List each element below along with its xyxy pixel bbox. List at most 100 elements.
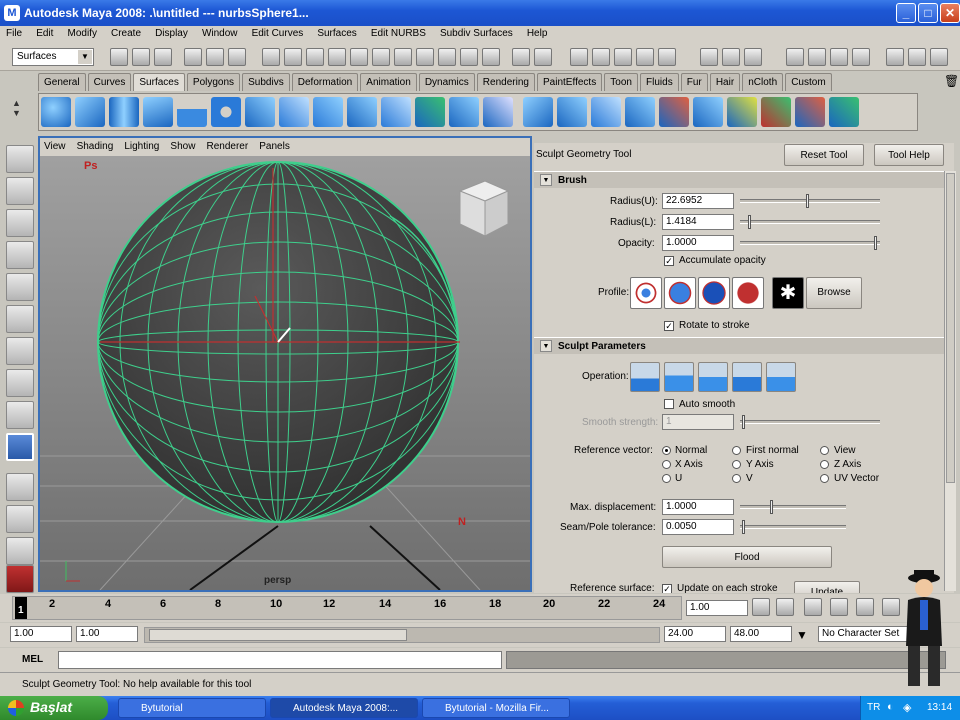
radius-u-slider[interactable] xyxy=(740,194,880,208)
nurbs-torus-icon[interactable] xyxy=(211,97,241,127)
opacity-field[interactable]: 1.0000 xyxy=(662,235,734,251)
tab-animation[interactable]: Animation xyxy=(360,73,417,91)
taskbar-item-maya[interactable]: Autodesk Maya 2008:... xyxy=(270,698,418,718)
construction-history-icon[interactable] xyxy=(744,48,762,66)
mask-handles-icon[interactable] xyxy=(262,48,280,66)
snap-grid-icon[interactable] xyxy=(570,48,588,66)
smooth-strength-field[interactable]: 1 xyxy=(662,414,734,430)
shelf-menu-icon[interactable]: ▲ ▼ xyxy=(12,98,32,126)
rotate-tool-icon[interactable] xyxy=(6,273,34,301)
current-time-field[interactable]: 1.00 xyxy=(686,600,748,616)
view-cube[interactable] xyxy=(458,180,510,237)
mel-label[interactable]: MEL xyxy=(22,654,43,665)
scale-tool-icon[interactable] xyxy=(6,305,34,333)
lock-selection-icon[interactable] xyxy=(512,48,530,66)
attribute-editor-icon[interactable] xyxy=(886,48,904,66)
play-forward-icon[interactable] xyxy=(856,598,874,616)
step-back-key-icon[interactable] xyxy=(776,598,794,616)
single-pane-layout-icon[interactable] xyxy=(6,473,34,501)
boundary-icon[interactable] xyxy=(449,97,479,127)
menu-create[interactable]: Create xyxy=(105,26,146,39)
browse-button[interactable]: Browse xyxy=(806,277,862,309)
operation-relax-icon[interactable] xyxy=(732,362,762,392)
perspective-viewport[interactable]: View Shading Lighting Show Renderer Pane… xyxy=(38,136,532,592)
tool-panel-scrollbar[interactable] xyxy=(944,171,956,591)
playback-end-field[interactable]: 24.00 xyxy=(664,626,726,642)
nurbs-plane-icon[interactable] xyxy=(177,97,207,127)
play-backward-icon[interactable] xyxy=(830,598,848,616)
scrollbar-thumb[interactable] xyxy=(946,173,955,483)
render-settings-icon[interactable] xyxy=(852,48,870,66)
rotate-to-stroke-checkbox[interactable]: ✓ xyxy=(664,321,674,331)
taskbar-item-bytutorial-folder[interactable]: Bytutorial xyxy=(118,698,266,718)
slider-thumb[interactable] xyxy=(874,236,877,250)
nurbs-cylinder-icon[interactable] xyxy=(109,97,139,127)
paint-select-tool-icon[interactable] xyxy=(6,209,34,237)
menu-subdiv-surfaces[interactable]: Subdiv Surfaces xyxy=(434,26,518,39)
tab-curves[interactable]: Curves xyxy=(87,73,132,91)
close-button[interactable]: ✕ xyxy=(940,3,960,23)
soft-modification-icon[interactable] xyxy=(6,369,34,397)
profile-gaussian-icon[interactable] xyxy=(630,277,662,309)
tab-dynamics[interactable]: Dynamics xyxy=(418,73,475,91)
ref-v-radio[interactable] xyxy=(732,474,741,483)
brush-section-header[interactable]: ▼ Brush xyxy=(534,171,950,188)
ref-first-normal-radio[interactable] xyxy=(732,446,741,455)
universal-manipulator-icon[interactable] xyxy=(6,337,34,365)
range-track[interactable] xyxy=(144,627,660,643)
ref-view-radio[interactable] xyxy=(820,446,829,455)
menu-edit-curves[interactable]: Edit Curves xyxy=(246,26,309,39)
sculpt-parameters-header[interactable]: ▼ Sculpt Parameters xyxy=(534,337,950,354)
tab-painteffects[interactable]: PaintEffects xyxy=(537,73,603,91)
menu-window[interactable]: Window xyxy=(196,26,243,39)
trash-icon[interactable]: 🗑 xyxy=(944,74,959,90)
open-scene-icon[interactable] xyxy=(132,48,150,66)
minimize-button[interactable]: _ xyxy=(896,3,916,23)
new-scene-icon[interactable] xyxy=(110,48,128,66)
mask-rendering-icon[interactable] xyxy=(394,48,412,66)
tab-custom[interactable]: Custom xyxy=(785,73,832,91)
mask-surfaces-icon[interactable] xyxy=(328,48,346,66)
nurbs-sphere-icon[interactable] xyxy=(41,97,71,127)
channel-box-icon[interactable] xyxy=(930,48,948,66)
menu-modify[interactable]: Modify xyxy=(61,26,101,39)
profile-custom-image-icon[interactable]: ✱ xyxy=(772,277,804,309)
operation-push-icon[interactable] xyxy=(630,362,660,392)
attach-icon[interactable] xyxy=(659,97,689,127)
tab-rendering[interactable]: Rendering xyxy=(476,73,535,91)
mask-locators-icon[interactable] xyxy=(438,48,456,66)
start-button[interactable]: Başlat xyxy=(0,696,108,720)
menuset-dropdown[interactable]: Surfaces ▼ xyxy=(12,48,94,66)
circle-icon[interactable] xyxy=(245,97,275,127)
ipr-render-icon[interactable] xyxy=(830,48,848,66)
planar-icon[interactable] xyxy=(347,97,377,127)
ref-uv-vector-radio[interactable] xyxy=(820,474,829,483)
extrude-icon[interactable] xyxy=(381,97,411,127)
tab-polygons[interactable]: Polygons xyxy=(186,73,241,91)
vp-menu-renderer[interactable]: Renderer xyxy=(203,138,253,152)
max-displacement-field[interactable]: 1.0000 xyxy=(662,499,734,515)
mask-dynamics-icon[interactable] xyxy=(372,48,390,66)
tab-general[interactable]: General xyxy=(38,73,86,91)
opacity-slider[interactable] xyxy=(740,236,880,250)
make-live-icon[interactable] xyxy=(658,48,676,66)
render-view-icon[interactable] xyxy=(786,48,804,66)
accumulate-opacity-checkbox[interactable]: ✓ xyxy=(664,256,674,266)
slider-thumb[interactable] xyxy=(748,215,751,229)
highlight-selection-icon[interactable] xyxy=(534,48,552,66)
snap-point-icon[interactable] xyxy=(614,48,632,66)
character-menu-icon[interactable]: ▼ xyxy=(796,628,808,642)
mel-input[interactable] xyxy=(58,651,502,669)
menu-edit-nurbs[interactable]: Edit NURBS xyxy=(365,26,431,39)
snap-curve-icon[interactable] xyxy=(592,48,610,66)
maximize-button[interactable]: □ xyxy=(918,3,938,23)
output-ops-icon[interactable] xyxy=(722,48,740,66)
select-hierarchy-icon[interactable] xyxy=(184,48,202,66)
birail-icon[interactable] xyxy=(415,97,445,127)
tab-fur[interactable]: Fur xyxy=(680,73,708,91)
tool-settings-icon[interactable] xyxy=(908,48,926,66)
profile-square-icon[interactable] xyxy=(732,277,764,309)
show-manipulator-icon[interactable] xyxy=(6,401,34,429)
range-bar[interactable] xyxy=(149,629,407,641)
profile-solid-icon[interactable] xyxy=(698,277,730,309)
